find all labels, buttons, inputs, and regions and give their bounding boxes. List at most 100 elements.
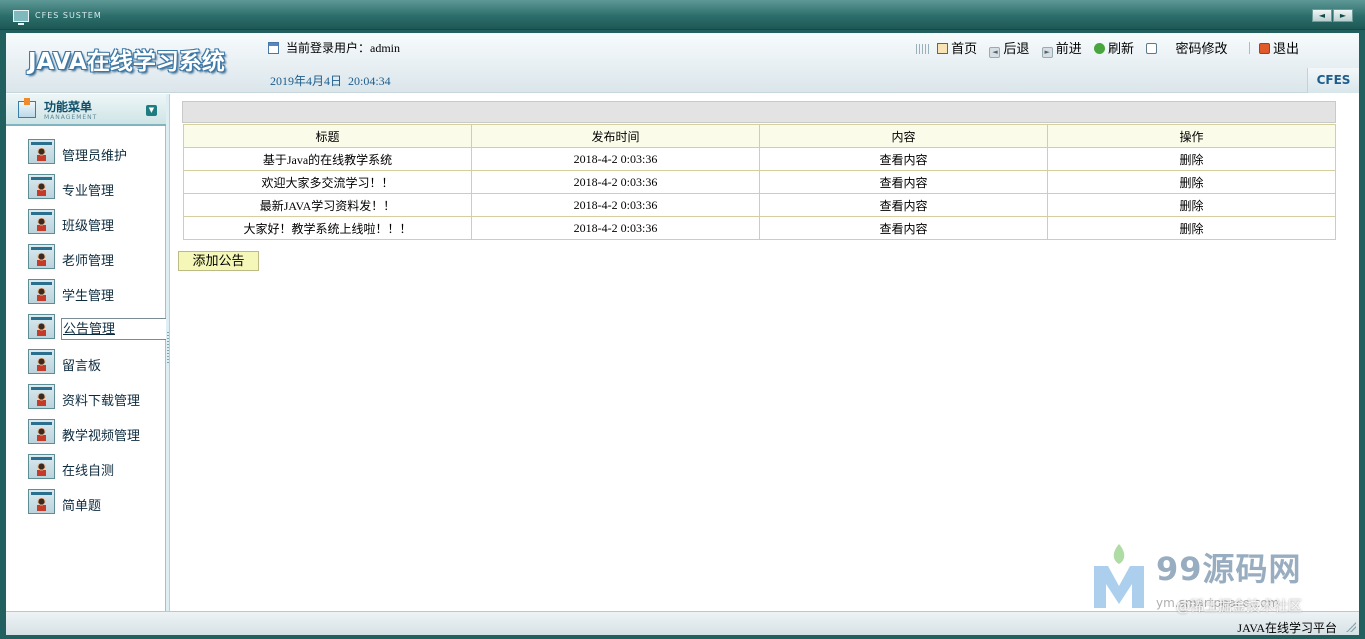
menu-header: 功能菜单 MANAGEMENT ▼ bbox=[6, 94, 166, 126]
table-row: 基于Java的在线教学系统 2018-4-2 0:03:36 查看内容 删除 bbox=[183, 147, 1336, 171]
sidebar-item-short-answer[interactable]: 简单题 bbox=[6, 488, 166, 523]
menu-subtitle: MANAGEMENT bbox=[44, 114, 98, 121]
document-icon bbox=[268, 42, 279, 54]
current-date: 2019年4月4日 bbox=[270, 74, 343, 88]
password-icon bbox=[1146, 43, 1158, 54]
status-text: JAVA在线学习平台 bbox=[1237, 621, 1337, 635]
nav-exit[interactable]: 退出 bbox=[1258, 38, 1299, 57]
nav-back[interactable]: ◄ 后退 bbox=[989, 38, 1029, 58]
nav-refresh[interactable]: 刷新 bbox=[1093, 38, 1134, 57]
exit-icon bbox=[1258, 43, 1270, 54]
back-icon: ◄ bbox=[989, 47, 1001, 58]
sidebar-item-teacher-management[interactable]: 老师管理 bbox=[6, 243, 166, 278]
toolbar-grip bbox=[915, 44, 930, 54]
cfes-badge: CFES bbox=[1307, 68, 1359, 93]
window-titlebar: CFES SUSTEM ◄ ► bbox=[0, 0, 1365, 30]
status-bar: JAVA在线学习平台 bbox=[6, 611, 1359, 635]
add-announcement-button[interactable]: 添加公告 bbox=[178, 251, 259, 271]
nav-home-label: 首页 bbox=[951, 41, 978, 56]
main-content: 标题 发布时间 内容 操作 基于Java的在线教学系统 2018-4-2 0:0… bbox=[171, 94, 1359, 611]
sidebar-item-download-management[interactable]: 资料下载管理 bbox=[6, 383, 166, 418]
sidebar-item-label: 简单题 bbox=[62, 498, 102, 513]
app-area: JAVA在线学习系统 当前登录用户：admin 2019年4月4日 20:04:3… bbox=[6, 33, 1359, 635]
current-time: 20:04:34 bbox=[348, 74, 391, 88]
sidebar-item-online-self-test[interactable]: 在线自测 bbox=[6, 453, 166, 488]
view-content-link[interactable]: 查看内容 bbox=[759, 147, 1048, 171]
nav-forward-label: 前进 bbox=[1055, 41, 1082, 56]
sidebar-item-label: 学生管理 bbox=[62, 288, 115, 303]
user-avatar-icon bbox=[28, 279, 55, 304]
delete-link[interactable]: 删除 bbox=[1047, 170, 1336, 194]
table-row: 大家好！教学系统上线啦！！！ 2018-4-2 0:03:36 查看内容 删除 bbox=[183, 216, 1336, 240]
sidebar-item-label: 留言板 bbox=[62, 358, 102, 373]
view-content-link[interactable]: 查看内容 bbox=[759, 193, 1048, 217]
sidebar-item-message-board[interactable]: 留言板 bbox=[6, 348, 166, 383]
announcement-table: 标题 发布时间 内容 操作 基于Java的在线教学系统 2018-4-2 0:0… bbox=[183, 124, 1336, 240]
titlebar-next-button[interactable]: ► bbox=[1333, 9, 1353, 22]
sidebar-item-student-management[interactable]: 学生管理 bbox=[6, 278, 166, 313]
sidebar-item-admin-maintenance[interactable]: 管理员维护 bbox=[6, 138, 166, 173]
delete-link[interactable]: 删除 bbox=[1047, 147, 1336, 171]
app-window: CFES SUSTEM ◄ ► JAVA在线学习系统 当前登录用户：admin … bbox=[0, 0, 1365, 639]
user-avatar-icon bbox=[28, 454, 55, 479]
column-header-title: 标题 bbox=[183, 124, 472, 148]
sidebar-menu: 管理员维护 专业管理 班级管理 老师管理 学生管理 公告管理 留言板 资料下载管… bbox=[6, 138, 171, 523]
cell-published: 2018-4-2 0:03:36 bbox=[471, 216, 760, 240]
sidebar-item-announcement-management[interactable]: 公告管理 bbox=[6, 313, 171, 348]
sidebar: 功能菜单 MANAGEMENT ▼ 管理员维护 专业管理 班级管理 老师管理 学… bbox=[6, 94, 171, 611]
top-navigation: 首页 ◄ 后退 ► 前进 刷新 密码修改 退出 bbox=[915, 38, 1299, 58]
sidebar-splitter[interactable] bbox=[166, 94, 170, 611]
view-content-link[interactable]: 查看内容 bbox=[759, 216, 1048, 240]
sidebar-item-label: 资料下载管理 bbox=[62, 393, 141, 408]
header: JAVA在线学习系统 当前登录用户：admin 2019年4月4日 20:04:3… bbox=[6, 33, 1359, 93]
user-avatar-icon bbox=[28, 209, 55, 234]
cell-published: 2018-4-2 0:03:36 bbox=[471, 170, 760, 194]
sidebar-item-major-management[interactable]: 专业管理 bbox=[6, 173, 166, 208]
sidebar-item-label: 教学视频管理 bbox=[62, 428, 141, 443]
sidebar-item-class-management[interactable]: 班级管理 bbox=[6, 208, 166, 243]
user-avatar-icon bbox=[28, 489, 55, 514]
column-header-published: 发布时间 bbox=[471, 124, 760, 148]
table-header-row: 标题 发布时间 内容 操作 bbox=[183, 124, 1336, 148]
cell-published: 2018-4-2 0:03:36 bbox=[471, 193, 760, 217]
delete-link[interactable]: 删除 bbox=[1047, 193, 1336, 217]
nav-back-label: 后退 bbox=[1003, 41, 1030, 56]
user-avatar-icon bbox=[28, 419, 55, 444]
cell-title: 基于Java的在线教学系统 bbox=[183, 147, 472, 171]
datetime-display: 2019年4月4日 20:04:34 bbox=[270, 72, 391, 89]
nav-home[interactable]: 首页 bbox=[937, 38, 977, 57]
sidebar-item-video-management[interactable]: 教学视频管理 bbox=[6, 418, 166, 453]
nav-separator bbox=[1248, 42, 1250, 54]
sidebar-item-label: 专业管理 bbox=[62, 183, 115, 198]
app-title: JAVA在线学习系统 bbox=[28, 49, 225, 75]
resize-grip-icon[interactable] bbox=[1346, 622, 1356, 632]
view-content-link[interactable]: 查看内容 bbox=[759, 170, 1048, 194]
sidebar-item-label: 管理员维护 bbox=[62, 148, 128, 163]
menu-title: 功能菜单 bbox=[44, 100, 93, 114]
current-user-row: 当前登录用户：admin bbox=[268, 39, 400, 56]
home-icon bbox=[937, 43, 949, 54]
forward-icon: ► bbox=[1041, 47, 1053, 58]
monitor-icon bbox=[13, 10, 29, 25]
menu-collapse-button[interactable]: ▼ bbox=[146, 105, 157, 116]
column-header-content: 内容 bbox=[759, 124, 1048, 148]
nav-password-icon-wrap[interactable] bbox=[1146, 41, 1160, 57]
user-avatar-icon bbox=[28, 384, 55, 409]
menu-box-icon bbox=[18, 98, 36, 118]
table-row: 最新JAVA学习资料发！！ 2018-4-2 0:03:36 查看内容 删除 bbox=[183, 193, 1336, 217]
cell-published: 2018-4-2 0:03:36 bbox=[471, 147, 760, 171]
nav-refresh-label: 刷新 bbox=[1107, 41, 1134, 56]
cell-title: 最新JAVA学习资料发！！ bbox=[183, 193, 472, 217]
sidebar-item-label: 在线自测 bbox=[62, 463, 115, 478]
nav-password-change[interactable]: 密码修改 bbox=[1175, 38, 1227, 57]
delete-link[interactable]: 删除 bbox=[1047, 216, 1336, 240]
cell-title: 欢迎大家多交流学习！！ bbox=[183, 170, 472, 194]
nav-exit-label: 退出 bbox=[1272, 41, 1299, 56]
sidebar-item-label: 老师管理 bbox=[62, 253, 115, 268]
titlebar-prev-button[interactable]: ◄ bbox=[1312, 9, 1332, 22]
grid-caption-bar bbox=[182, 101, 1336, 123]
cell-title: 大家好！教学系统上线啦！！！ bbox=[183, 216, 472, 240]
nav-forward[interactable]: ► 前进 bbox=[1041, 38, 1082, 58]
sidebar-item-label: 公告管理 bbox=[61, 318, 171, 340]
sidebar-item-label: 班级管理 bbox=[62, 218, 115, 233]
